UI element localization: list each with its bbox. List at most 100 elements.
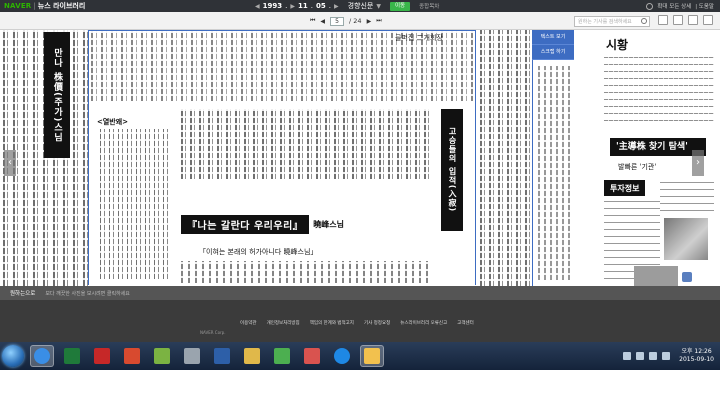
article-body[interactable]: <열반왜> 『나는 갈란다 우리우리』 曉峰스님 「이혀는 본래의 허가아니다 … [89, 101, 475, 285]
taskbar-notepad[interactable] [270, 345, 294, 367]
taskbar-paint[interactable] [240, 345, 264, 367]
last-page-icon[interactable]: ⏭ [376, 17, 381, 25]
page-strip: 원하는으로 보다 깨끗한 사진을 보시려면 클릭하세요 [0, 286, 720, 300]
taskbar-red[interactable] [300, 345, 324, 367]
highlighted-article[interactable]: <열반왜> 『나는 갈란다 우리우리』 曉峰스님 「이혀는 본래의 허가아니다 … [88, 30, 476, 285]
footer-link[interactable]: 책임의 한계와 법적고지 [310, 320, 354, 326]
strip-label[interactable]: 원하는으로 [10, 289, 35, 297]
top-bar: NAVER | 뉴스 라이브러리 ◀ 1993. ▶ 11. 05. ▶ 경향신… [0, 0, 720, 12]
article-subheadline: 「이혀는 본래의 허가아니다 曉峰스님」 [199, 248, 318, 256]
prev-year-icon[interactable]: ◀ [255, 3, 260, 10]
print-icon[interactable] [658, 15, 668, 25]
flag-icon[interactable] [636, 352, 645, 360]
newspaper-viewer[interactable]: 만나 株價(주가)스님 <열반왜> 『나는 갈란다 우리우리』 曉峰스님 「이혀… [0, 30, 720, 286]
windows-taskbar: 오후 12:26 2015-09-10 [0, 342, 720, 370]
first-page-icon[interactable]: ⏮ [310, 17, 315, 25]
start-button[interactable] [2, 345, 24, 367]
day-value[interactable]: 05 [316, 2, 326, 10]
footer-link[interactable]: 기사 정정요청 [364, 320, 390, 326]
article-vertical-title[interactable]: 고승들의 입적(入寂) [441, 109, 463, 231]
investment-info-label[interactable]: 투자정보 [604, 180, 646, 196]
clock-time: 오후 12:26 [681, 348, 712, 355]
next-page-icon[interactable]: ▶ [367, 18, 372, 25]
paint-icon [244, 348, 260, 364]
taskbar-green[interactable] [150, 345, 174, 367]
taskbar-folder[interactable] [360, 345, 384, 367]
go-button[interactable]: 이동 [389, 1, 411, 11]
volume-icon[interactable] [662, 352, 671, 360]
newspaper-page[interactable]: 만나 株價(주가)스님 <열반왜> 『나는 갈란다 우리우리』 曉峰스님 「이혀… [0, 30, 720, 286]
text-view-button[interactable]: 텍스트 보기 [532, 30, 574, 45]
logo[interactable]: NAVER | 뉴스 라이브러리 [0, 0, 85, 12]
zoom-icon[interactable] [646, 2, 654, 10]
next-arrow-icon[interactable]: › [692, 150, 704, 176]
top-right-controls: 확대 모든 상세 | 도움말 [646, 0, 714, 12]
clock[interactable]: 오후 12:26 2015-09-10 [679, 348, 714, 364]
taskbar-excel[interactable] [60, 345, 84, 367]
pdf-icon[interactable] [682, 272, 692, 282]
footer-link[interactable]: 뉴스라이브러리 오류신고 [400, 320, 447, 326]
recycle-bin-icon [184, 348, 200, 364]
next-year-icon[interactable]: ▶ [290, 3, 295, 10]
search-icon[interactable] [641, 18, 647, 24]
total-pages: / 24 [349, 17, 362, 25]
search-input[interactable]: 원하는 기사를 검색하세요 [574, 16, 650, 27]
naver-logo[interactable]: NAVER [4, 2, 31, 10]
internet-explorer-icon [34, 348, 50, 364]
red-app-icon [304, 348, 320, 364]
settings-icon[interactable] [703, 15, 713, 25]
year-value[interactable]: 1993 [263, 2, 282, 10]
acrobat-icon [94, 348, 110, 364]
chevron-down-icon[interactable]: ▼ [376, 3, 381, 10]
page-number-input[interactable]: 5 [330, 16, 345, 26]
article-headline[interactable]: 『나는 갈란다 우리우리』 曉峰스님 [181, 213, 344, 235]
footer-copyright: NAVER Corp. [200, 330, 226, 335]
footer-link[interactable]: 이용약관 [240, 320, 257, 326]
taskbar-ie[interactable] [30, 345, 54, 367]
empty-area [0, 370, 720, 404]
tool-icons [658, 15, 713, 25]
tray-arrow-icon[interactable] [623, 352, 632, 360]
prev-page-icon[interactable]: ◀ [320, 18, 325, 25]
save-icon[interactable] [673, 15, 683, 25]
page-toolbar: ⏮ ◀ 5 / 24 ▶ ⏭ 원하는 기사를 검색하세요 [0, 12, 720, 30]
taskbar-teal[interactable] [330, 345, 354, 367]
article-photo-small[interactable] [634, 266, 678, 286]
article-photo[interactable] [664, 218, 708, 260]
share-icon[interactable] [688, 15, 698, 25]
contents-link[interactable]: 종합목차 [419, 2, 439, 10]
stock-subheadline: 발빠른 '기관' [618, 163, 657, 171]
browser-window: NAVER | 뉴스 라이브러리 ◀ 1993. ▶ 11. 05. ▶ 경향신… [0, 0, 720, 404]
taskbar-pdf[interactable] [120, 345, 144, 367]
top-headline[interactable]: 골퍼집 二개회장 [395, 33, 443, 43]
green-app-icon [154, 348, 170, 364]
help-link[interactable]: | 도움말 [695, 2, 714, 10]
article-actions: 텍스트 보기 스크랩 하기 [532, 30, 574, 60]
site-footer: 이용약관 개인정보처리방침 책임의 한계와 법적고지 기사 정정요청 뉴스라이브… [0, 300, 720, 342]
strip-text: 보다 깨끗한 사진을 보시려면 클릭하세요 [45, 290, 130, 297]
clock-date: 2015-09-10 [679, 356, 714, 363]
investment-text-right [660, 178, 714, 214]
taskbar-acrobat[interactable] [90, 345, 114, 367]
pager: ⏮ ◀ 5 / 24 ▶ ⏭ [310, 12, 382, 30]
footer-link[interactable]: 개인정보처리방침 [267, 320, 300, 326]
taskbar-recycle[interactable] [180, 345, 204, 367]
date-selector[interactable]: ◀ 1993. ▶ 11. 05. ▶ 경향신문 ▼ 이동 종합목차 [255, 0, 439, 12]
excel-icon [64, 348, 80, 364]
network-icon[interactable] [649, 352, 658, 360]
paper-select[interactable]: 경향신문 [348, 1, 374, 11]
folder-icon [364, 348, 380, 364]
pdf-viewer-icon [124, 348, 140, 364]
teal-app-icon [334, 348, 350, 364]
scrap-button[interactable]: 스크랩 하기 [532, 45, 574, 60]
taskbar-blue[interactable] [210, 345, 234, 367]
next-day-icon[interactable]: ▶ [334, 3, 339, 10]
view-options[interactable]: 확대 모든 상세 [657, 2, 691, 10]
left-header[interactable]: 만나 株價(주가)스님 [44, 32, 70, 158]
footer-link[interactable]: 고객센터 [457, 320, 474, 326]
prev-arrow-icon[interactable]: ‹ [4, 150, 16, 176]
market-title[interactable]: 시황 [606, 36, 628, 53]
library-title[interactable]: 뉴스 라이브러리 [38, 1, 86, 11]
month-value[interactable]: 11 [298, 2, 308, 10]
article-bracket-label: <열반왜> [97, 117, 129, 126]
